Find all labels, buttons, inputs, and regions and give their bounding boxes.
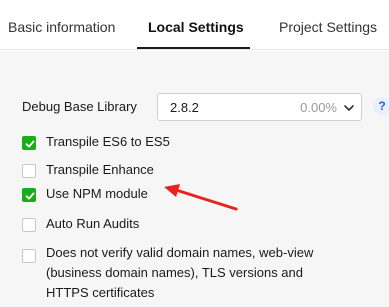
tab-basic-information[interactable]: Basic information	[8, 19, 115, 35]
skip-domain-verification-label[interactable]: Does not verify valid domain names, web-…	[46, 243, 346, 303]
chevron-down-icon	[344, 105, 354, 111]
tab-project-settings[interactable]: Project Settings	[279, 19, 377, 35]
help-icon[interactable]: ?	[373, 97, 389, 115]
debug-base-library-usage: 0.00%	[300, 100, 337, 115]
use-npm-module-checkbox[interactable]	[22, 188, 36, 202]
transpile-es6-checkbox[interactable]	[22, 136, 36, 150]
annotation-arrow-icon	[164, 184, 238, 211]
debug-base-library-select[interactable]: 2.8.2 0.00%	[157, 93, 362, 121]
checkmark-icon	[25, 140, 35, 148]
use-npm-module-label[interactable]: Use NPM module	[46, 186, 148, 201]
settings-tab-bar: Basic information Local Settings Project…	[0, 0, 389, 50]
active-tab-indicator	[137, 47, 250, 49]
tab-local-settings[interactable]: Local Settings	[148, 19, 244, 35]
debug-base-library-label: Debug Base Library	[22, 99, 137, 114]
checkmark-icon	[25, 192, 35, 200]
transpile-es6-label[interactable]: Transpile ES6 to ES5	[46, 134, 170, 149]
debug-base-library-value: 2.8.2	[170, 100, 199, 115]
transpile-enhance-label[interactable]: Transpile Enhance	[46, 162, 154, 177]
skip-domain-verification-checkbox[interactable]	[22, 249, 36, 263]
transpile-enhance-checkbox[interactable]	[22, 164, 36, 178]
auto-run-audits-label[interactable]: Auto Run Audits	[46, 216, 139, 231]
auto-run-audits-checkbox[interactable]	[22, 218, 36, 232]
local-settings-panel: Debug Base Library 2.8.2 0.00% ? Transpi…	[0, 51, 389, 307]
